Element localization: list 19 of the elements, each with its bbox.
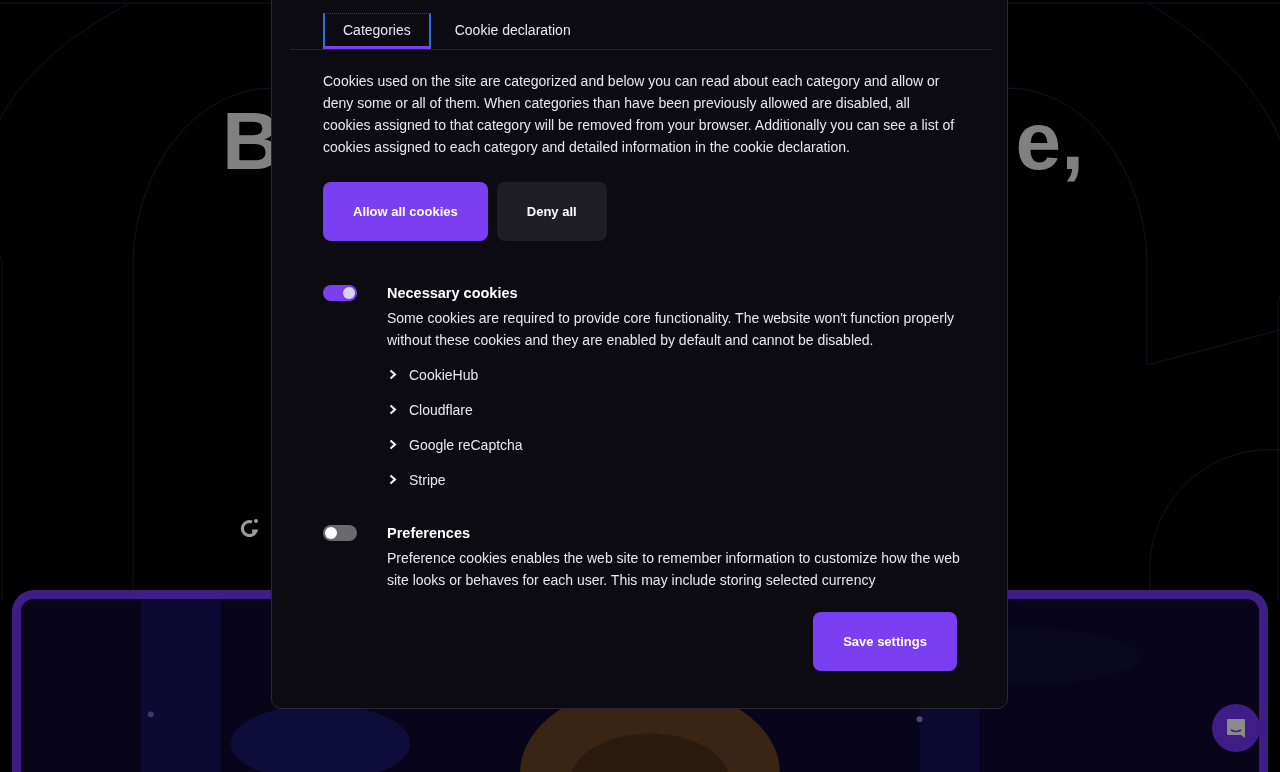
deny-all-button[interactable]: Deny all bbox=[496, 182, 607, 241]
toggle-switch[interactable] bbox=[323, 285, 357, 301]
intro-text: Cookies used on the site are categorized and below you can read about each category and allow or deny some or all of them. When categories than have been previously allowed are disabled, all cookies assigned to that category will be removed from your browser. Additionally you can see a list of cookies assigned to each category and detailed information in the cookie declaration. bbox=[323, 72, 956, 157]
category-title: Preferences bbox=[387, 524, 472, 543]
logo-icon bbox=[240, 518, 259, 537]
toggle-switch[interactable] bbox=[323, 525, 357, 541]
vendor-item[interactable]: Stripe bbox=[387, 462, 446, 497]
headline-text: e, bbox=[1015, 100, 1084, 182]
vendor-item[interactable]: CookieHub bbox=[387, 357, 479, 392]
chat-icon bbox=[1225, 717, 1247, 739]
category-title: Necessary cookies bbox=[387, 284, 519, 303]
tab[interactable]: Categories bbox=[323, 13, 431, 49]
category-description: Some cookies are required to provide core functionality. The website won't function properly without these cookies and they are enabled by default and cannot be disabled. bbox=[387, 309, 956, 350]
vendor-item[interactable]: Cloudflare bbox=[387, 392, 473, 427]
save-settings-button[interactable]: Save settings bbox=[813, 612, 957, 671]
vendor-item[interactable]: Google reCaptcha bbox=[387, 427, 523, 462]
tab[interactable]: Cookie declaration bbox=[434, 13, 591, 49]
category-description: Preference cookies enables the web site to remember information to customize how the web site looks or behaves for each user. This may include storing selected currency bbox=[387, 549, 961, 590]
allow-all-button[interactable]: Allow all cookies bbox=[323, 182, 488, 241]
